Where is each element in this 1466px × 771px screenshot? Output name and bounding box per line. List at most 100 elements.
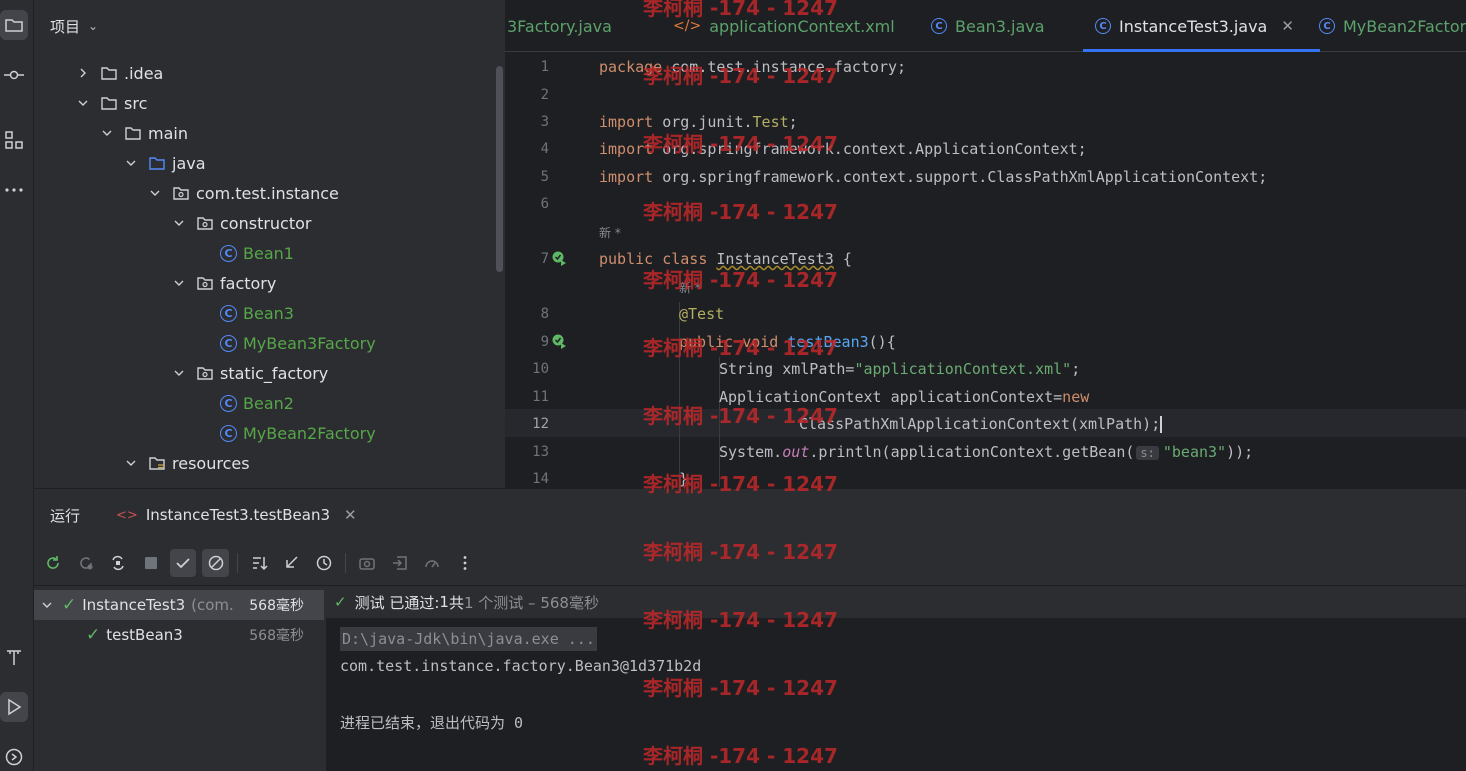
tree-item-factory[interactable]: factory [172, 268, 276, 298]
tree-item-static-factory[interactable]: static_factory [172, 358, 328, 388]
more-tools-button[interactable] [0, 175, 28, 205]
tree-item-bean3[interactable]: C Bean3 [220, 298, 294, 328]
rerun-failed-button[interactable] [72, 549, 98, 577]
code-area[interactable]: package com.test.instance.factory; impor… [599, 52, 1466, 488]
rerun-button[interactable] [40, 549, 66, 577]
check-icon [176, 558, 190, 569]
tree-item-mybean2factory[interactable]: C MyBean2Factory [220, 418, 376, 448]
chevron-down-icon[interactable] [172, 278, 186, 288]
package-icon [196, 274, 214, 292]
code-line-12: ClassPathXmlApplicationContext(xmlPath); [799, 415, 1163, 433]
chevron-down-icon[interactable] [172, 368, 186, 378]
chevron-down-icon[interactable] [124, 158, 138, 168]
line-number: 4 [540, 141, 549, 157]
tab-instancetest3[interactable]: C InstanceTest3.java ✕ [1083, 0, 1320, 52]
tab-mybean3factory[interactable]: 3Factory.java [507, 0, 612, 52]
console-exit-line: 进程已结束，退出代码为 0 [340, 714, 524, 732]
tree-item-label: Bean2 [243, 393, 294, 413]
test-suite-row[interactable]: ✓ InstanceTest3 (com. 568毫秒 [34, 590, 324, 620]
project-panel-header[interactable]: 项目 ⌄ [34, 0, 505, 52]
test-run-icon: <> [116, 507, 138, 523]
more-options-button[interactable] [452, 549, 478, 577]
code-editor: 3Factory.java </> applicationContext.xml… [505, 0, 1466, 488]
line-number: 6 [540, 196, 549, 212]
show-ignored-button[interactable] [202, 549, 229, 577]
commit-icon [4, 70, 24, 80]
chevron-down-icon[interactable] [124, 458, 138, 468]
code-line-5: import org.springframework.context.suppo… [599, 168, 1268, 186]
close-icon[interactable]: ✕ [344, 506, 357, 524]
line-number: 14 [532, 471, 549, 487]
run-toolbar [34, 545, 484, 581]
chevron-down-icon[interactable]: ⌄ [88, 19, 98, 33]
tree-item-package[interactable]: com.test.instance [148, 178, 339, 208]
tree-item-label: main [148, 123, 188, 143]
line-number: 13 [532, 444, 549, 460]
run-test-gutter-icon[interactable] [551, 333, 567, 349]
code-line-9: public void testBean3(){ [679, 333, 896, 351]
package-icon [172, 184, 190, 202]
run-test-gutter-icon[interactable] [551, 250, 567, 266]
tab-mybean2factory[interactable]: C MyBean2Factor [1319, 0, 1466, 52]
stop-button[interactable] [137, 549, 163, 577]
console-output[interactable]: ✓ 测试 已通过: 1共 1 个测试 – 568毫秒 D:\java-Jdk\b… [326, 585, 1466, 771]
gauge-icon [425, 560, 440, 568]
structure-tool-button[interactable] [0, 125, 28, 155]
close-icon[interactable]: ✕ [1281, 17, 1294, 35]
tree-item-idea[interactable]: .idea [76, 58, 163, 88]
screenshot-button[interactable] [354, 549, 380, 577]
coverage-button[interactable] [419, 549, 445, 577]
tab-bean3[interactable]: C Bean3.java [931, 0, 1045, 52]
export-button[interactable] [387, 549, 413, 577]
xml-icon: </> [673, 18, 702, 34]
tree-item-label: Bean1 [243, 243, 294, 263]
tree-item-mybean3factory[interactable]: C MyBean3Factory [220, 328, 376, 358]
tree-item-bean2[interactable]: C Bean2 [220, 388, 294, 418]
sort-button[interactable] [246, 549, 272, 577]
tab-label: InstanceTest3.java [1119, 16, 1268, 36]
run-config-tab[interactable]: <> InstanceTest3.testBean3 ✕ [116, 506, 357, 524]
author-inlay[interactable]: 新 * [679, 279, 701, 296]
line-number: 5 [540, 169, 549, 185]
tree-item-bean1[interactable]: C Bean1 [220, 238, 294, 268]
test-duration: 568毫秒 [249, 628, 304, 644]
chevron-down-icon[interactable] [148, 188, 162, 198]
tree-item-label: Bean3 [243, 303, 294, 323]
clock-icon [316, 555, 332, 571]
history-button[interactable] [311, 549, 337, 577]
run-tool-button[interactable] [0, 692, 28, 722]
import-tests-button[interactable] [278, 549, 304, 577]
build-tool-button[interactable] [0, 642, 28, 672]
chevron-down-icon[interactable] [76, 98, 90, 108]
resources-folder-icon [148, 454, 166, 472]
tree-item-label: java [172, 153, 206, 173]
author-inlay[interactable]: 新 * [599, 224, 621, 241]
text-caret [1160, 416, 1163, 433]
project-panel: 项目 ⌄ .idea src main java com.test.instan… [34, 0, 505, 488]
tree-item-constructor[interactable]: constructor [172, 208, 312, 238]
problems-tool-button[interactable] [0, 742, 28, 771]
tab-applicationcontext-xml[interactable]: </> applicationContext.xml [673, 0, 895, 52]
more-icon [5, 188, 23, 192]
test-case-name: testBean3 [106, 626, 183, 644]
chevron-down-icon[interactable] [100, 128, 114, 138]
code-line-7: public class InstanceTest3 { [599, 250, 852, 268]
stop-icon [144, 557, 157, 569]
show-passed-button[interactable] [169, 549, 197, 577]
source-folder-icon [148, 154, 166, 172]
project-tool-button[interactable] [0, 10, 28, 40]
toggle-auto-test-button[interactable] [105, 549, 131, 577]
tree-item-resources[interactable]: resources [124, 448, 250, 478]
passed-check-icon: ✓ [62, 595, 77, 615]
project-scrollbar[interactable] [496, 66, 503, 272]
chevron-right-icon[interactable] [76, 68, 90, 78]
chevron-down-icon[interactable] [38, 600, 56, 610]
chevron-down-icon[interactable] [172, 218, 186, 228]
commit-tool-button[interactable] [0, 60, 28, 90]
tree-item-label: static_factory [220, 363, 329, 383]
tree-item-main[interactable]: main [100, 118, 188, 148]
console-command[interactable]: D:\java-Jdk\bin\java.exe ... [340, 627, 597, 651]
tree-item-src[interactable]: src [76, 88, 147, 118]
test-case-row[interactable]: ✓ testBean3 568毫秒 [34, 620, 324, 650]
tree-item-java[interactable]: java [124, 148, 206, 178]
